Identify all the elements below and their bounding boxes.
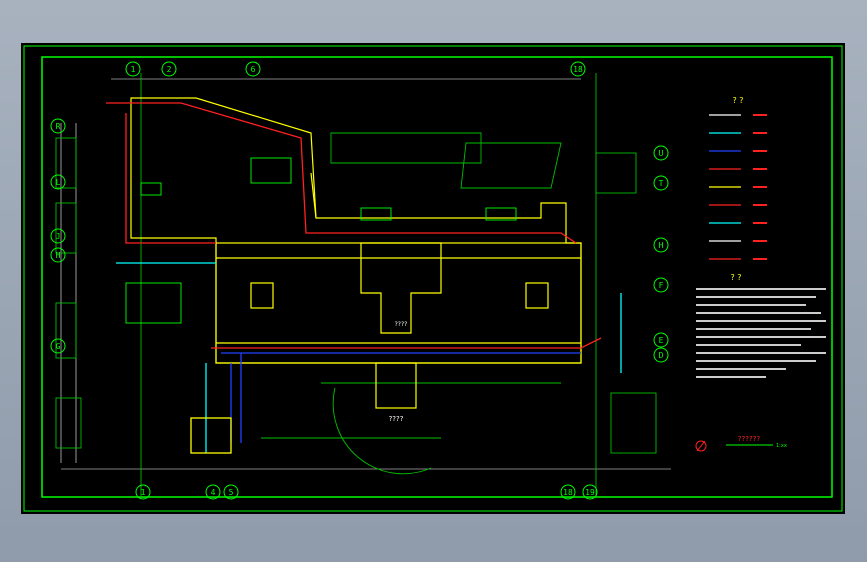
axis-label: H xyxy=(659,241,664,250)
axis-bubble-top-1: 2 xyxy=(161,61,177,77)
pipe-network xyxy=(106,102,622,454)
plan-title: ?????? xyxy=(738,435,761,443)
dimension-lines xyxy=(60,78,671,470)
drawing-sheet: ? ? ? ? ???? ???? ?????? 1:xx 1 2 6 18 1 4 5 18… xyxy=(21,43,845,514)
axis-label: E xyxy=(659,336,664,345)
legend-text-mark xyxy=(753,186,767,188)
axis-label: 5 xyxy=(229,488,234,497)
main-hall-label: ???? xyxy=(395,321,408,328)
site-context xyxy=(55,73,657,498)
axis-label: 19 xyxy=(585,488,595,497)
legend-text-mark xyxy=(753,150,767,152)
axis-label: 2 xyxy=(167,65,172,74)
axis-bubble-left-4: G xyxy=(50,338,66,354)
legend-title: ? ? xyxy=(732,96,743,105)
below-plan-label: ???? xyxy=(389,415,404,423)
axis-bubble-left-1: L xyxy=(50,174,66,190)
axis-label: R xyxy=(56,122,61,131)
legend-text-mark xyxy=(753,114,767,116)
cad-drawing: ? ? ? ? ???? ???? ?????? 1:xx 1 2 6 18 1 4 5 18… xyxy=(23,45,843,512)
legend-text-mark xyxy=(753,222,767,224)
axis-bubble-top-0: 1 xyxy=(125,61,141,77)
axis-bubble-right-0: U xyxy=(653,145,669,161)
axis-label: U xyxy=(659,149,664,158)
north-arrow-needle xyxy=(696,440,706,452)
axis-label: 18 xyxy=(563,488,573,497)
notes-title: ? ? xyxy=(730,273,741,282)
outer-frame xyxy=(23,45,843,512)
grid-axis-bubbles: 1 2 6 18 1 4 5 18 19 R L J H G U T H F ED xyxy=(50,61,669,500)
legend-text-mark xyxy=(753,168,767,170)
axis-label: F xyxy=(659,281,664,290)
axis-bubble-top-2: 6 xyxy=(245,61,261,77)
axis-bubble-left-3: H xyxy=(50,247,66,263)
axis-bubble-bottom-2: 5 xyxy=(223,484,239,500)
axis-bubble-bottom-0: 1 xyxy=(135,484,151,500)
legend-text-mark xyxy=(753,204,767,206)
plan-scale: 1:xx xyxy=(776,443,787,449)
axis-label: 18 xyxy=(573,65,583,74)
axis-label: J xyxy=(56,232,61,241)
axis-bubble-right-3: F xyxy=(653,277,669,293)
axis-bubble-right-4: E xyxy=(653,332,669,348)
legend-table xyxy=(709,114,767,260)
axis-bubble-bottom-3: 18 xyxy=(560,484,576,500)
axis-bubble-left-2: J xyxy=(50,228,66,244)
legend-text-mark xyxy=(753,132,767,134)
axis-label: 1 xyxy=(131,65,136,74)
axis-label: 4 xyxy=(211,488,216,497)
axis-bubble-right-2: H xyxy=(653,237,669,253)
axis-bubble-right-5: D xyxy=(653,347,669,363)
axis-bubble-left-0: R xyxy=(50,118,66,134)
axis-label: H xyxy=(56,251,61,260)
notes-lines xyxy=(696,288,826,378)
legend-text-mark xyxy=(753,240,767,242)
axis-label: G xyxy=(56,342,61,351)
building-walls xyxy=(130,97,582,409)
axis-bubble-bottom-1: 4 xyxy=(205,484,221,500)
axis-label: T xyxy=(659,179,664,188)
axis-label: D xyxy=(659,351,664,360)
axis-label: L xyxy=(56,178,61,187)
inner-frame xyxy=(41,56,833,498)
axis-label: 6 xyxy=(251,65,256,74)
axis-bubble-top-3: 18 xyxy=(570,61,586,77)
axis-label: 1 xyxy=(141,488,146,497)
axis-bubble-bottom-4: 19 xyxy=(582,484,598,500)
axis-bubble-right-1: T xyxy=(653,175,669,191)
legend-text-mark xyxy=(753,258,767,260)
equipment-rooms xyxy=(125,157,517,324)
